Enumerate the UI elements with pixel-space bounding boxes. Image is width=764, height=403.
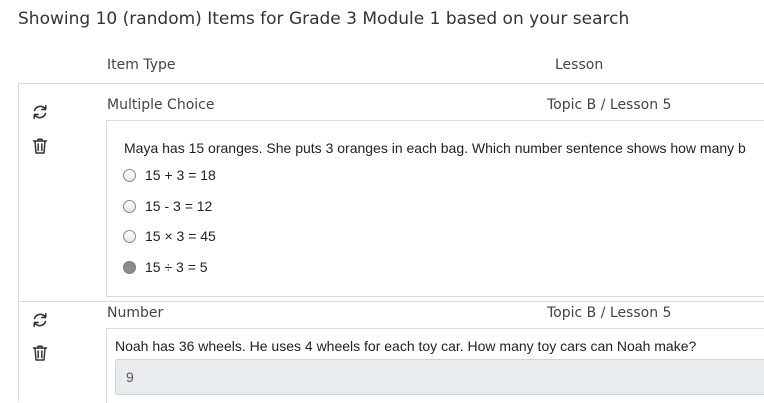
column-header-item-type: Item Type — [107, 57, 176, 73]
refresh-icon[interactable] — [30, 102, 50, 122]
radio-button[interactable] — [123, 229, 136, 243]
item-type-label: Number — [107, 305, 164, 321]
item-lesson-label: Topic B / Lesson 5 — [547, 305, 672, 321]
question-text: Maya has 15 oranges. She puts 3 oranges … — [124, 140, 746, 156]
question-card: Noah has 36 wheels. He uses 4 wheels for… — [106, 328, 764, 403]
trash-icon[interactable] — [30, 343, 50, 363]
question-card: Maya has 15 oranges. She puts 3 oranges … — [106, 120, 764, 297]
list-left-border — [18, 83, 19, 402]
item-type-label: Multiple Choice — [107, 97, 215, 113]
radio-button[interactable] — [123, 168, 136, 182]
column-header-lesson: Lesson — [555, 57, 604, 73]
answer-option[interactable]: 15 × 3 = 45 — [123, 228, 216, 244]
option-label: 15 ÷ 3 = 5 — [145, 259, 208, 275]
item-lesson-label: Topic B / Lesson 5 — [547, 97, 672, 113]
answer-option[interactable]: 15 - 3 = 12 — [123, 198, 212, 214]
refresh-icon[interactable] — [30, 310, 50, 330]
item-divider — [18, 301, 764, 302]
radio-button[interactable] — [123, 199, 136, 213]
option-label: 15 + 3 = 18 — [145, 167, 216, 183]
page-heading: Showing 10 (random) Items for Grade 3 Mo… — [18, 9, 630, 29]
radio-button-selected[interactable] — [123, 260, 136, 274]
option-label: 15 - 3 = 12 — [145, 198, 213, 214]
answer-option[interactable]: 15 + 3 = 18 — [123, 167, 216, 183]
trash-icon[interactable] — [30, 136, 50, 156]
answer-field[interactable]: 9 — [115, 359, 764, 395]
option-label: 15 × 3 = 45 — [145, 228, 216, 244]
question-text: Noah has 36 wheels. He uses 4 wheels for… — [115, 338, 697, 354]
header-divider — [18, 83, 764, 84]
answer-option[interactable]: 15 ÷ 3 = 5 — [123, 259, 208, 275]
